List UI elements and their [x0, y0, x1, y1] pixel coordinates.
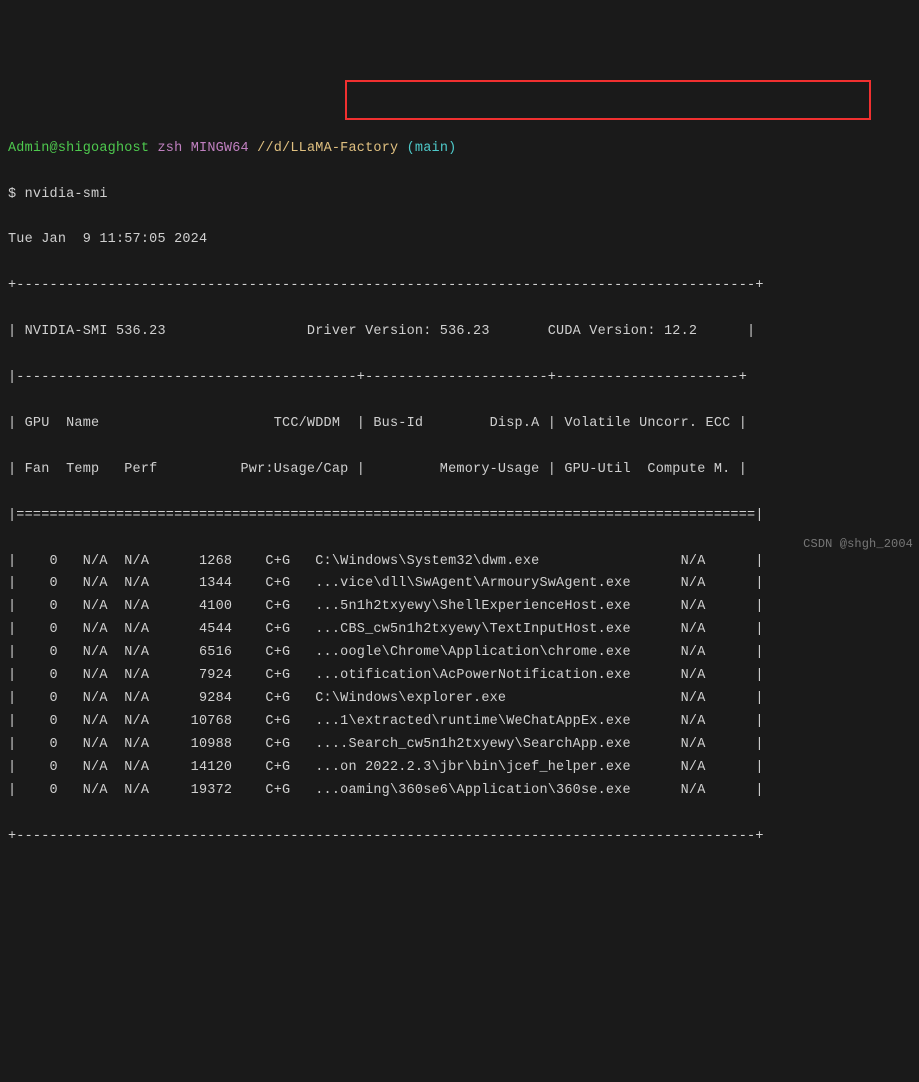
- header-versions: | NVIDIA-SMI 536.23 Driver Version: 536.…: [8, 321, 911, 344]
- shell-prompt-line: Admin@shigoaghost zsh MINGW64 //d/LLaMA-…: [8, 138, 911, 161]
- col-head-2: | Fan Temp Perf Pwr:Usage/Cap | Memory-U…: [8, 459, 911, 482]
- table-row: | 0 N/A N/A 1344 C+G ...vice\dll\SwAgent…: [8, 573, 911, 596]
- terminal-window[interactable]: Admin@shigoaghost zsh MINGW64 //d/LLaMA-…: [0, 92, 919, 899]
- prompt-user-host: Admin@shigoaghost: [8, 141, 149, 156]
- border-top: +---------------------------------------…: [8, 275, 911, 298]
- sep-double: |=======================================…: [8, 505, 911, 528]
- table-row: | 0 N/A N/A 10988 C+G ....Search_cw5n1h2…: [8, 734, 911, 757]
- prompt-cwd: //d/LLaMA-Factory: [257, 141, 398, 156]
- table-row: | 0 N/A N/A 4100 C+G ...5n1h2txyewy\Shel…: [8, 596, 911, 619]
- sep-mid: |---------------------------------------…: [8, 367, 911, 390]
- table-row: | 0 N/A N/A 7924 C+G ...otification\AcPo…: [8, 665, 911, 688]
- watermark-text: CSDN @shgh_2004: [803, 534, 913, 554]
- prompt-shell: zsh: [157, 141, 182, 156]
- process-table: | 0 N/A N/A 1268 C+G C:\Windows\System32…: [8, 551, 911, 803]
- command-line: $ nvidia-smi: [8, 184, 911, 207]
- table-row: | 0 N/A N/A 19372 C+G ...oaming\360se6\A…: [8, 780, 911, 803]
- table-row: | 0 N/A N/A 9284 C+G C:\Windows\explorer…: [8, 688, 911, 711]
- table-row: | 0 N/A N/A 6516 C+G ...oogle\Chrome\App…: [8, 642, 911, 665]
- command-text: nvidia-smi: [25, 187, 108, 202]
- prompt-branch: (main): [398, 141, 456, 156]
- col-head-1: | GPU Name TCC/WDDM | Bus-Id Disp.A | Vo…: [8, 413, 911, 436]
- table-row: | 0 N/A N/A 10768 C+G ...1\extracted\run…: [8, 711, 911, 734]
- prompt-shell-suffix: MINGW64: [182, 141, 257, 156]
- table-row: | 0 N/A N/A 14120 C+G ...on 2022.2.3\jbr…: [8, 757, 911, 780]
- timestamp-line: Tue Jan 9 11:57:05 2024: [8, 229, 911, 252]
- prompt-symbol: $: [8, 187, 25, 202]
- table-row: | 0 N/A N/A 4544 C+G ...CBS_cw5n1h2txyew…: [8, 619, 911, 642]
- border-bottom: +---------------------------------------…: [8, 826, 911, 849]
- table-row: | 0 N/A N/A 1268 C+G C:\Windows\System32…: [8, 551, 911, 574]
